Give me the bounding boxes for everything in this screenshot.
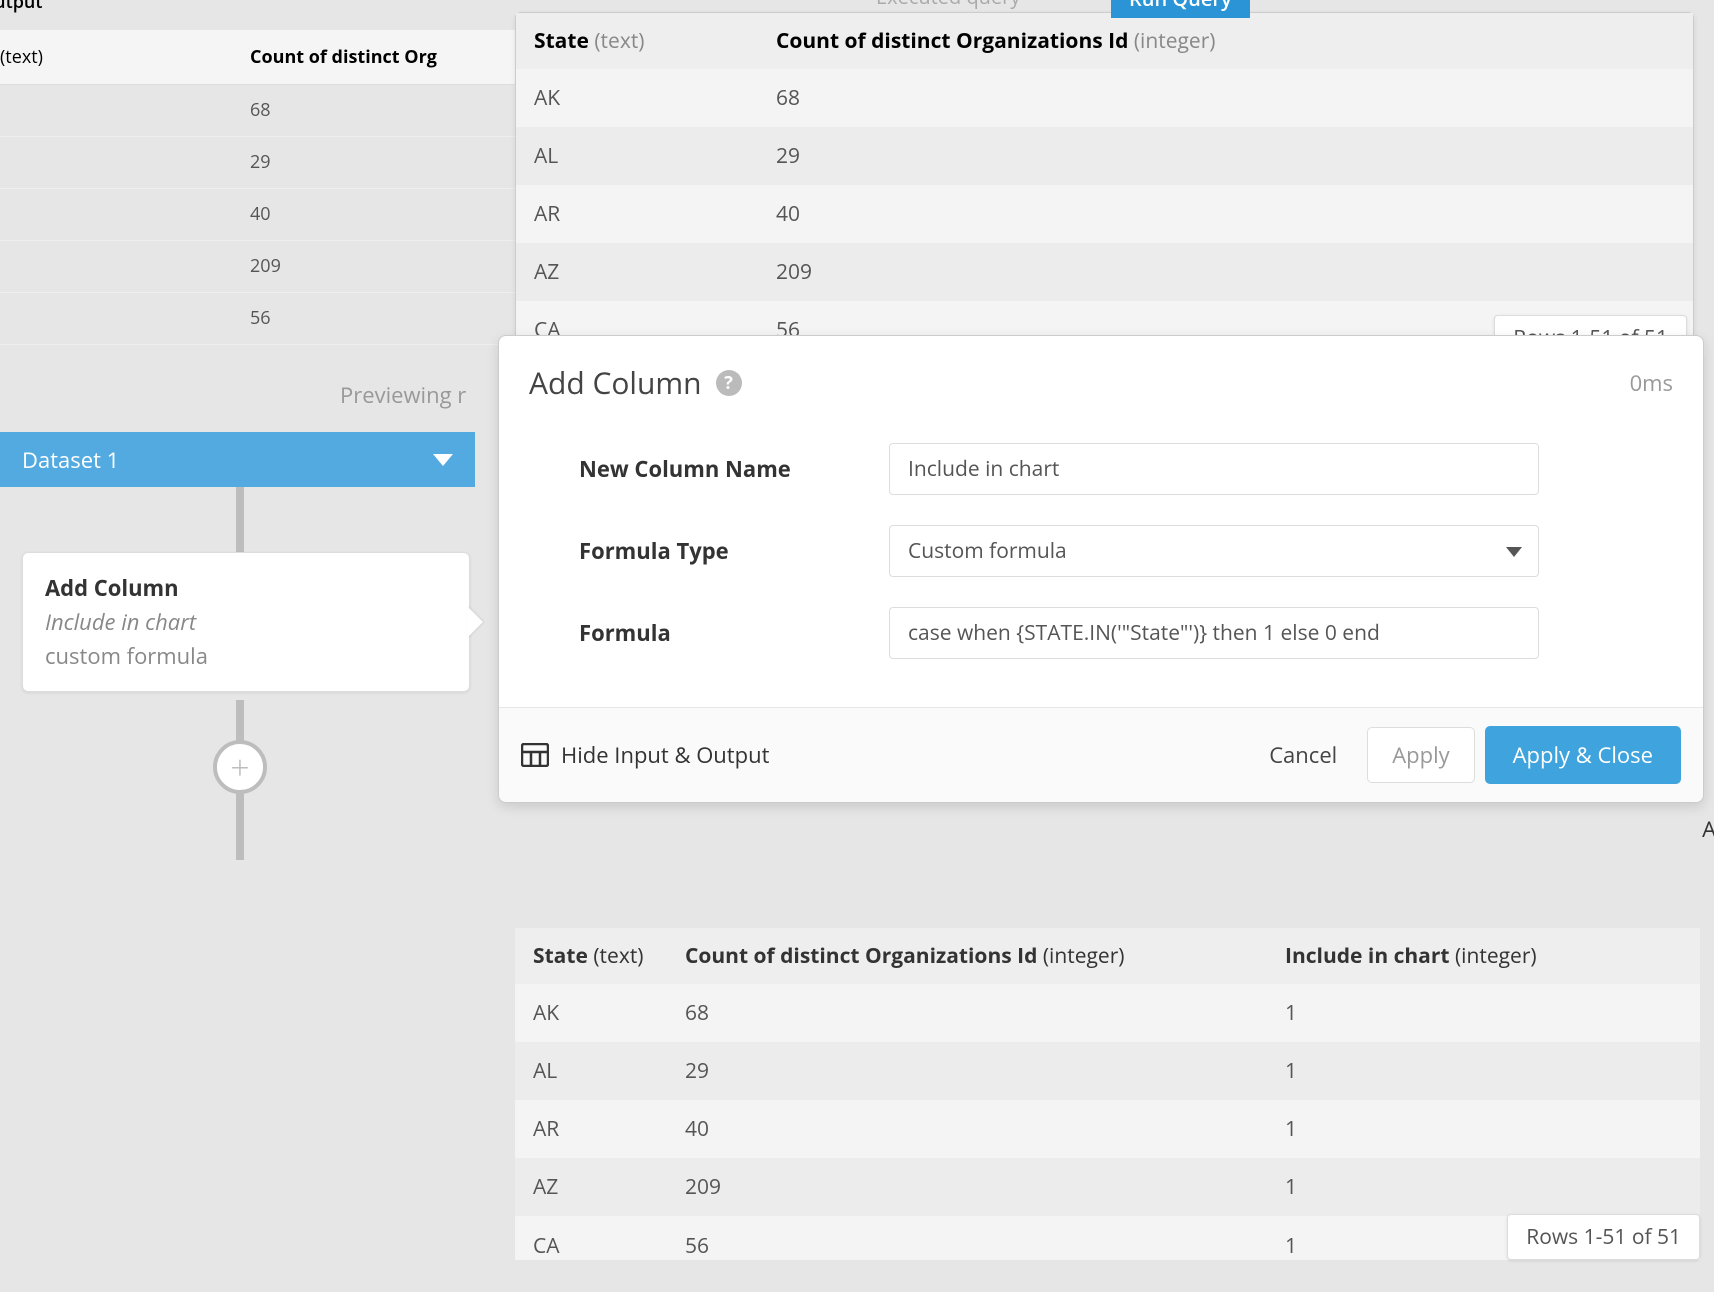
hide-io-toggle[interactable]: Hide Input & Output [521,740,769,770]
input-preview-table: Executed query Run Query State (text) Co… [515,12,1694,342]
bg-left-col1-type: (text) [0,45,43,69]
bg-row: 68 [0,85,550,137]
panel-title: Add Column [529,362,702,403]
formula-input[interactable]: case when {STATE.IN('"State"')} then 1 e… [889,607,1539,659]
chevron-down-icon [433,454,453,466]
new-column-name-input[interactable]: Include in chart [889,443,1539,495]
table-header: State (text) Count of distinct Organizat… [516,13,1693,69]
table-header: State (text) Count of distinct Organizat… [515,928,1700,984]
formula-type-select[interactable]: Custom formula [889,525,1539,577]
output-preview-table: State (text) Count of distinct Organizat… [515,928,1700,1260]
bg-row: 56 [0,293,550,345]
table-row[interactable]: AR401 [515,1100,1700,1158]
apply-close-button[interactable]: Apply & Close [1485,726,1681,784]
add-step-button[interactable]: + [213,740,267,794]
table-row[interactable]: AL291 [515,1042,1700,1100]
execution-time: 0ms [1630,368,1673,398]
table-row[interactable]: AZ209 [516,243,1693,301]
bg-row: 209 [0,241,550,293]
help-icon[interactable]: ? [716,370,742,396]
dataset-header[interactable]: Dataset 1 [0,432,475,487]
table-row[interactable]: AZ2091 [515,1158,1700,1216]
formula-type-label: Formula Type [579,536,889,566]
table-row[interactable]: AK68 [516,69,1693,127]
bg-row: 29 [0,137,550,189]
side-letter: A [1702,814,1714,844]
new-column-name-label: New Column Name [579,454,889,484]
previewing-label: Previewing r [340,380,466,410]
output-label: Output [0,0,42,14]
table-row[interactable]: AL29 [516,127,1693,185]
node-subtitle-italic: Include in chart [45,607,447,637]
formula-label: Formula [579,618,889,648]
table-icon [521,743,549,767]
add-column-panel: Add Column ? 0ms New Column Name Include… [498,335,1704,803]
add-column-node[interactable]: Add Column Include in chart custom formu… [22,552,470,692]
run-query-button[interactable]: Run Query [1111,0,1250,18]
apply-button[interactable]: Apply [1367,727,1474,783]
pipeline-connector [236,487,244,552]
node-subtitle-plain: custom formula [45,641,447,671]
table-row[interactable]: AR40 [516,185,1693,243]
node-title: Add Column [45,573,447,603]
cancel-button[interactable]: Cancel [1249,728,1357,782]
executed-query-label: Executed query [876,0,1020,10]
bg-left-header: (text) Count of distinct Org [0,30,550,85]
bg-left-col2-label: Count of distinct Org [250,45,437,69]
chevron-down-icon [1506,547,1522,557]
table-row[interactable]: AK681 [515,984,1700,1042]
row-count-badge: Rows 1-51 of 51 [1507,1214,1700,1260]
dataset-label: Dataset 1 [22,445,119,475]
bg-row: 40 [0,189,550,241]
